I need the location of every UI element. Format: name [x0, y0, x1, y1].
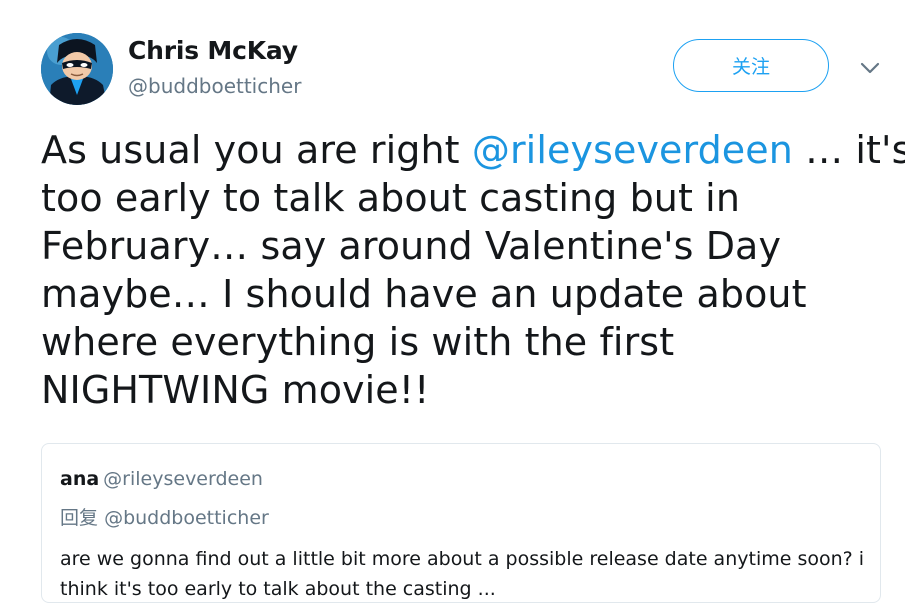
chevron-down-icon — [860, 62, 880, 74]
quoted-tweet-card[interactable]: ana @rileyseverdeen 回复 @buddboetticher ar… — [41, 443, 881, 603]
avatar[interactable] — [41, 33, 113, 105]
mention-link[interactable]: @rileyseverdeen — [472, 128, 793, 172]
quoted-tweet-author-name: ana — [60, 468, 100, 490]
quoted-tweet-author-handle: @rileyseverdeen — [103, 468, 263, 490]
screen-name[interactable]: @buddboetticher — [128, 74, 301, 98]
tweet-text-line: maybe… I should have an update about — [41, 272, 807, 316]
more-options-button[interactable] — [856, 56, 884, 80]
follow-button[interactable]: 关注 — [673, 39, 829, 92]
quoted-tweet-text-line: think it's too early to talk about the c… — [60, 578, 496, 600]
quoted-tweet-text-line: are we gonna find out a little bit more … — [60, 548, 865, 570]
tweet-text-line: too early to talk about casting but in — [41, 176, 741, 220]
display-name[interactable]: Chris McKay — [128, 36, 298, 65]
tweet: Chris McKay @buddboetticher 关注 As usual … — [0, 0, 905, 603]
tweet-text-segment: … it's — [792, 128, 905, 172]
tweet-text-line: NIGHTWING movie!! — [41, 368, 430, 412]
quoted-tweet-reply-context: 回复 @buddboetticher — [60, 503, 269, 530]
reply-label: 回复 — [60, 507, 99, 529]
quoted-tweet-text: are we gonna find out a little bit more … — [60, 544, 870, 602]
quoted-tweet-header: ana @rileyseverdeen — [60, 468, 263, 490]
tweet-text: As usual you are right @rileyseverdeen …… — [41, 126, 905, 414]
tweet-text-line: As usual you are right @rileyseverdeen …… — [41, 126, 905, 174]
nightwing-avatar-icon — [41, 33, 113, 105]
reply-to-handle: @buddboetticher — [104, 507, 269, 529]
tweet-text-line: February… say around Valentine's Day — [41, 224, 782, 268]
tweet-text-segment: As usual you are right — [41, 128, 472, 172]
tweet-text-line: where everything is with the first — [41, 320, 675, 364]
